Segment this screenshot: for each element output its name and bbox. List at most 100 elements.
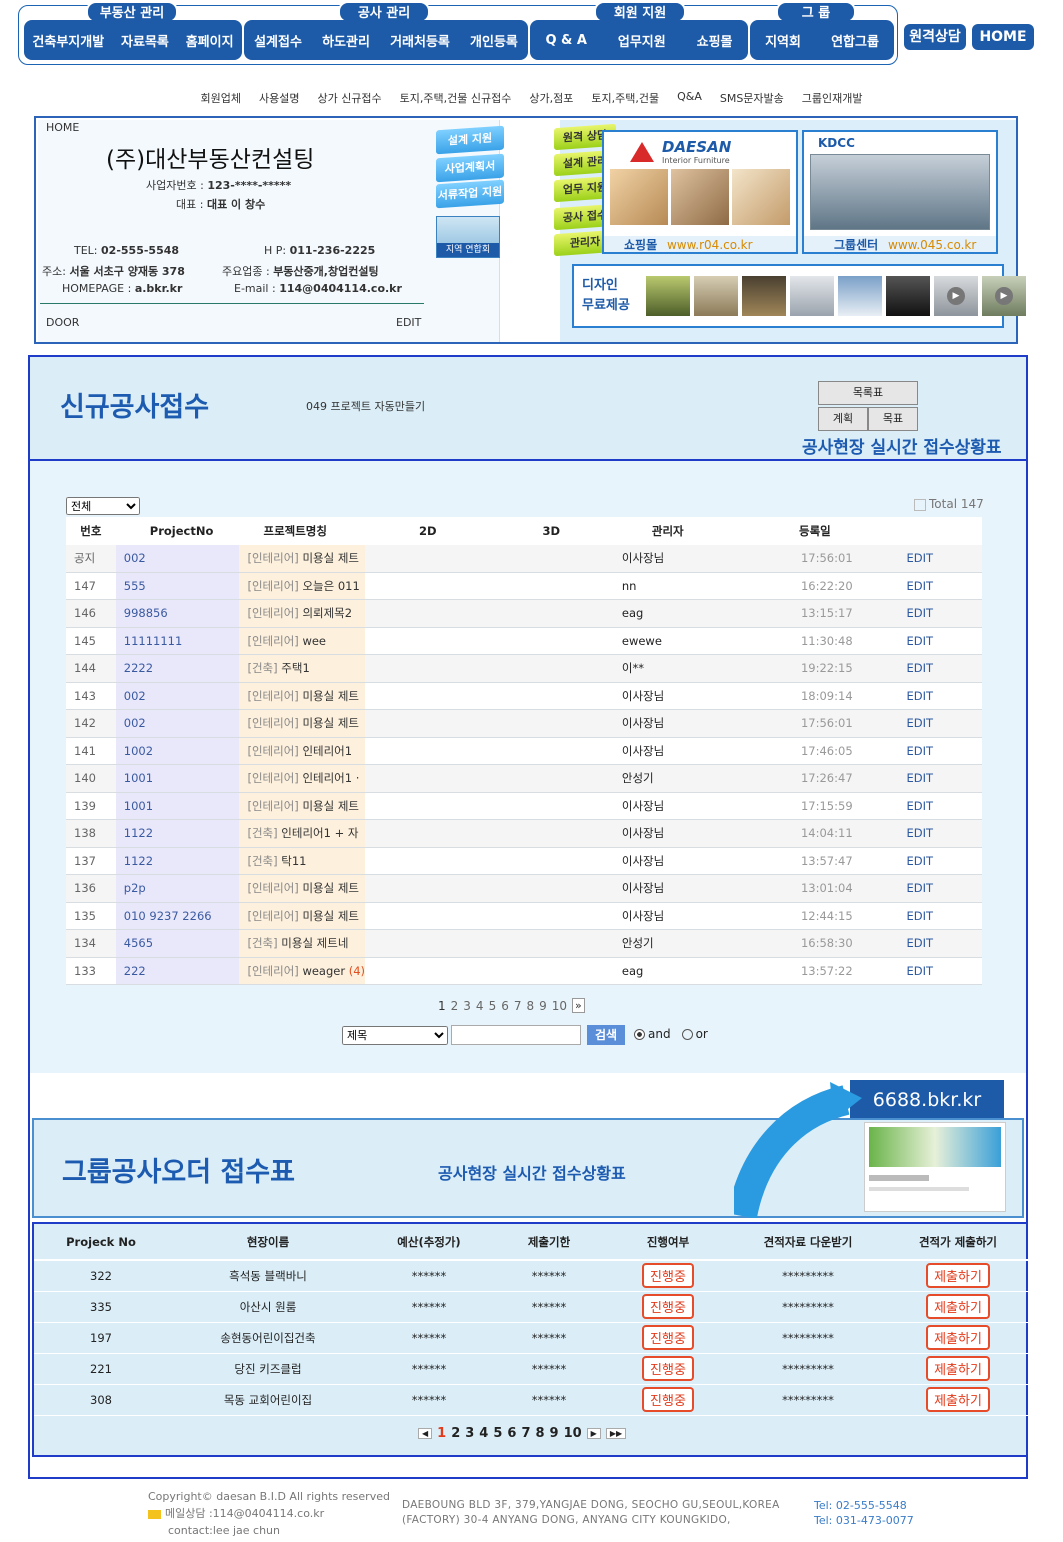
row-project-name[interactable]: [인테리어] 의뢰제목2 (239, 599, 366, 628)
order-page-link[interactable]: 2 (451, 1426, 460, 1441)
sub-link-qna[interactable]: Q&A (677, 90, 702, 106)
row-project-name[interactable]: [인테리어] 인테리어1 (239, 737, 366, 765)
row-title[interactable]: 인테리어1 · (302, 771, 359, 785)
row-edit-link[interactable]: EDIT (898, 819, 982, 848)
row-project-name[interactable]: [인테리어] 미용실 제트 (239, 709, 366, 738)
row-title[interactable]: 오늘은 011 (302, 579, 359, 593)
tag-business-plan[interactable]: 사업계획서 (436, 153, 504, 183)
row-edit-link[interactable]: EDIT (898, 572, 982, 600)
plan-button[interactable]: 계획 (818, 407, 868, 431)
next-page-icon[interactable]: » (572, 998, 585, 1013)
table-row[interactable]: 134 4565 [건축] 미용실 제트네 안성기 16:58:30 EDIT (66, 929, 982, 958)
order-page-link[interactable]: 8 (535, 1426, 544, 1441)
row-edit-link[interactable]: EDIT (898, 654, 982, 683)
goal-button[interactable]: 목표 (868, 407, 918, 431)
row-edit-link[interactable]: EDIT (898, 929, 982, 958)
search-field-select[interactable]: 제목 (342, 1026, 448, 1045)
table-row[interactable]: 138 1122 [건축] 인테리어1 + 자 이사장님 14:04:11 EDIT (66, 819, 982, 848)
row-edit-link[interactable]: EDIT (898, 599, 982, 628)
row-title[interactable]: 탁11 (281, 854, 306, 868)
status-badge[interactable]: 진행중 (642, 1263, 694, 1289)
row-edit-link[interactable]: EDIT (898, 682, 982, 710)
group-site-thumbnail[interactable] (864, 1122, 1006, 1212)
design-gallery[interactable]: 디자인 무료제공 ▶ ▶ (572, 264, 1026, 328)
row-edit-link[interactable]: EDIT (898, 627, 982, 655)
play-icon[interactable]: ▶ (995, 287, 1013, 305)
row-title[interactable]: 미용실 제트 (302, 716, 359, 730)
category-filter-select[interactable]: 전체 (66, 497, 140, 515)
table-row[interactable]: 137 1122 [건축] 탁11 이사장님 13:57:47 EDIT (66, 847, 982, 875)
sub-link-usage[interactable]: 사용설명 (259, 90, 299, 106)
sub-link-sms[interactable]: SMS문자발송 (720, 90, 784, 106)
play-icon[interactable]: ▶ (947, 287, 965, 305)
order-download[interactable]: ********* (728, 1291, 888, 1323)
table-row[interactable]: 141 1002 [인테리어] 인테리어1 이사장님 17:46:05 EDIT (66, 737, 982, 765)
row-title[interactable]: 미용실 제트 (302, 551, 359, 565)
nav-item-work-support[interactable]: 업무지원 (618, 31, 666, 50)
submit-quote-button[interactable]: 제출하기 (926, 1294, 990, 1319)
nav-item-design-receipt[interactable]: 설계접수 (254, 31, 302, 50)
row-project-name[interactable]: [인테리어] weager (4) (239, 957, 366, 985)
row-title[interactable]: 인테리어1 + 자 (281, 826, 358, 840)
search-input[interactable] (451, 1025, 581, 1045)
row-title[interactable]: 미용실 제트 (302, 689, 359, 703)
sub-link-land[interactable]: 토지,주택,건물 (591, 90, 659, 106)
row-edit-link[interactable]: EDIT (898, 709, 982, 738)
order-page-link[interactable]: 3 (465, 1426, 474, 1441)
row-edit-link[interactable]: EDIT (898, 847, 982, 875)
submit-quote-button[interactable]: 제출하기 (926, 1356, 990, 1381)
table-row[interactable]: 135 010 9237 2266 [인테리어] 미용실 제트 이사장님 12:44:1… (66, 902, 982, 930)
group-url[interactable]: www.045.co.kr (888, 238, 976, 252)
row-edit-link[interactable]: EDIT (898, 792, 982, 820)
table-row[interactable]: 144 2222 [건축] 주택1 이** 19:22:15 EDIT (66, 654, 982, 683)
table-row[interactable]: 143 002 [인테리어] 미용실 제트 이사장님 18:09:14 EDIT (66, 682, 982, 710)
row-project-name[interactable]: [건축] 미용실 제트네 (239, 929, 366, 958)
row-project-name[interactable]: [인테리어] 미용실 제트 (239, 544, 366, 573)
page-link[interactable]: 10 (552, 999, 567, 1013)
page-link[interactable]: 1 (438, 999, 446, 1013)
page-link[interactable]: 6 (501, 999, 509, 1013)
row-title[interactable]: 미용실 제트 (302, 799, 359, 813)
nav-item-shop[interactable]: 쇼핑몰 (697, 31, 733, 50)
page-link[interactable]: 9 (539, 999, 547, 1013)
table-row[interactable]: 공지 002 [인테리어] 미용실 제트 이사장님 17:56:01 EDIT (66, 544, 982, 573)
row-title[interactable]: 의뢰제목2 (302, 606, 352, 620)
table-row[interactable]: 142 002 [인테리어] 미용실 제트 이사장님 17:56:01 EDIT (66, 709, 982, 738)
row-project-name[interactable]: [인테리어] 미용실 제트 (239, 682, 366, 710)
table-row[interactable]: 146 998856 [인테리어] 의뢰제목2 eag 13:15:17 EDIT (66, 599, 982, 628)
nav-item-homepage[interactable]: 홈페이지 (186, 31, 234, 50)
row-edit-link[interactable]: EDIT (898, 957, 982, 985)
status-badge[interactable]: 진행중 (642, 1356, 694, 1381)
status-badge[interactable]: 진행중 (642, 1387, 694, 1412)
mail-consult[interactable]: 메일상담 :114@0404114.co.kr (165, 1507, 324, 1520)
table-row[interactable]: 145 11111111 [인테리어] wee ewewe 11:30:48 EDIT (66, 627, 982, 655)
row-edit-link[interactable]: EDIT (898, 764, 982, 793)
row-title[interactable]: weager (302, 964, 345, 978)
row-title[interactable]: 미용실 제트네 (281, 936, 348, 950)
row-project-name[interactable]: [인테리어] 오늘은 011 (239, 572, 366, 600)
order-page-link[interactable]: 5 (493, 1426, 502, 1441)
order-page-link[interactable]: 9 (550, 1426, 559, 1441)
row-project-name[interactable]: [건축] 인테리어1 + 자 (239, 819, 366, 848)
row-title[interactable]: 미용실 제트 (302, 881, 359, 895)
table-row[interactable]: 140 1001 [인테리어] 인테리어1 · 안성기 17:26:47 EDIT (66, 764, 982, 793)
row-title[interactable]: 미용실 제트 (302, 909, 359, 923)
order-download[interactable]: ********* (728, 1384, 888, 1416)
status-badge[interactable]: 진행중 (642, 1294, 694, 1319)
remote-consult-button[interactable]: 원격상담 (904, 24, 966, 50)
order-page-link[interactable]: 6 (507, 1426, 516, 1441)
order-page-link[interactable]: 1 (437, 1426, 446, 1441)
submit-quote-button[interactable]: 제출하기 (926, 1263, 990, 1289)
list-table-button[interactable]: 목록표 (818, 381, 918, 405)
sub-link-land-new[interactable]: 토지,주택,건물 신규접수 (400, 90, 512, 106)
nav-item-region[interactable]: 지역회 (765, 31, 801, 50)
row-project-name[interactable]: [인테리어] 미용실 제트 (239, 902, 366, 930)
sub-link-members[interactable]: 회원업체 (200, 90, 240, 106)
row-project-name[interactable]: [인테리어] wee (239, 627, 366, 655)
row-edit-link[interactable]: EDIT (898, 874, 982, 903)
nav-item-personal-register[interactable]: 개인등록 (470, 31, 518, 50)
nav-item-qna[interactable]: Q & A (545, 33, 587, 48)
last-page-icon[interactable]: ▶▶ (605, 1428, 627, 1439)
prev-page-icon[interactable]: ◀ (418, 1428, 433, 1439)
table-row[interactable]: 147 555 [인테리어] 오늘은 011 nn 16:22:20 EDIT (66, 572, 982, 600)
